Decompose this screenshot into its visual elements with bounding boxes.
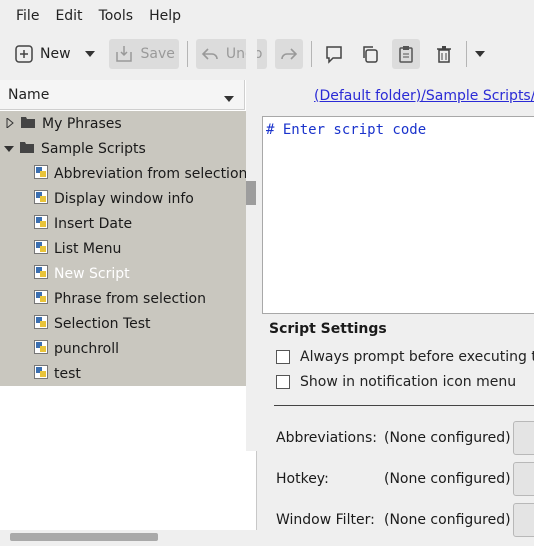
python-script-icon bbox=[34, 339, 48, 358]
menu-bar: File Edit Tools Help bbox=[0, 0, 534, 32]
tree-item-label: Sample Scripts bbox=[41, 140, 146, 157]
folder-icon bbox=[19, 140, 35, 158]
tree-vertical-scrollbar[interactable] bbox=[246, 31, 257, 451]
new-button-label: New bbox=[40, 46, 71, 62]
script-path-link[interactable]: (Default folder)/Sample Scripts/ bbox=[314, 88, 534, 104]
tree-item-label: test bbox=[54, 365, 81, 382]
tree-vertical-scroll-thumb[interactable] bbox=[246, 181, 256, 205]
always-prompt-checkbox-row[interactable]: Always prompt before executing th bbox=[276, 347, 534, 367]
python-script-icon bbox=[34, 214, 48, 233]
window-filter-label: Window Filter: bbox=[276, 512, 375, 528]
save-button[interactable]: Save bbox=[108, 39, 179, 69]
save-icon bbox=[113, 43, 135, 65]
hotkey-label: Hotkey: bbox=[276, 471, 329, 487]
python-script-icon bbox=[34, 289, 48, 308]
set-abbreviations-button[interactable] bbox=[513, 421, 534, 455]
menu-tools[interactable]: Tools bbox=[91, 8, 142, 24]
tree-item-selection-test[interactable]: Selection Test bbox=[0, 311, 246, 336]
tree-item-phrase-from-selection[interactable]: Phrase from selection bbox=[0, 286, 246, 311]
tree-item-label: Insert Date bbox=[54, 215, 133, 232]
show-notification-checkbox[interactable] bbox=[276, 375, 290, 389]
tree-item-label: List Menu bbox=[54, 240, 122, 257]
undo-icon bbox=[200, 44, 220, 64]
redo-button[interactable] bbox=[274, 39, 303, 69]
show-notification-checkbox-row[interactable]: Show in notification icon menu bbox=[276, 372, 516, 392]
python-script-icon bbox=[34, 164, 48, 183]
abbreviations-value: (None configured) bbox=[384, 430, 511, 446]
copy-button[interactable] bbox=[356, 39, 384, 69]
settings-divider bbox=[274, 405, 534, 406]
delete-button[interactable] bbox=[430, 39, 458, 69]
toolbar: New Save Undo bbox=[0, 32, 534, 76]
python-script-icon bbox=[34, 189, 48, 208]
set-window-filter-button[interactable] bbox=[513, 503, 534, 537]
tree-item-new-script[interactable]: New Script bbox=[0, 261, 246, 286]
menu-help[interactable]: Help bbox=[141, 8, 189, 24]
code-line: # Enter script code bbox=[266, 122, 427, 138]
window-filter-value: (None configured) bbox=[384, 512, 511, 528]
tree-column-header[interactable]: Name bbox=[0, 80, 245, 110]
tree-item-test[interactable]: test bbox=[0, 361, 246, 386]
hotkey-value: (None configured) bbox=[384, 471, 511, 487]
tree-item-label: punchroll bbox=[54, 340, 119, 357]
python-script-icon bbox=[34, 314, 48, 333]
tree-horizontal-scroll-thumb[interactable] bbox=[10, 533, 158, 541]
show-notification-label: Show in notification icon menu bbox=[300, 374, 517, 390]
toolbar-separator bbox=[465, 41, 467, 67]
always-prompt-label: Always prompt before executing th bbox=[300, 349, 534, 365]
folder-icon bbox=[20, 115, 36, 133]
script-code-editor[interactable]: # Enter script code bbox=[262, 116, 534, 314]
tree-folder-sample-scripts[interactable]: Sample Scripts bbox=[0, 136, 246, 161]
set-hotkey-button[interactable] bbox=[513, 462, 534, 496]
overflow-menu-icon[interactable] bbox=[474, 50, 485, 58]
menu-file[interactable]: File bbox=[8, 8, 47, 24]
tree-item-label: Selection Test bbox=[54, 315, 151, 332]
redo-icon bbox=[279, 44, 299, 64]
tree-item-insert-date[interactable]: Insert Date bbox=[0, 211, 246, 236]
add-icon bbox=[14, 44, 34, 64]
tree-item-label: Abbreviation from selection bbox=[54, 165, 248, 182]
paste-button[interactable] bbox=[391, 39, 420, 69]
script-settings-title: Script Settings bbox=[269, 321, 387, 337]
sort-down-icon bbox=[224, 91, 234, 107]
python-script-icon bbox=[34, 264, 48, 283]
expand-arrow-icon[interactable] bbox=[6, 116, 14, 132]
comment-icon bbox=[324, 44, 344, 64]
tree-folder-my-phrases[interactable]: My Phrases bbox=[0, 111, 246, 136]
tree-item-display-window-info[interactable]: Display window info bbox=[0, 186, 246, 211]
comment-button[interactable] bbox=[320, 39, 348, 69]
abbreviations-label: Abbreviations: bbox=[276, 430, 377, 446]
tree-item-label: Phrase from selection bbox=[54, 290, 206, 307]
copy-icon bbox=[360, 44, 380, 64]
toolbar-separator bbox=[186, 41, 188, 67]
tree-item-label: New Script bbox=[54, 265, 130, 282]
python-script-icon bbox=[34, 239, 48, 258]
chevron-down-icon[interactable] bbox=[84, 50, 95, 58]
tree-item-abbreviation-from-selection[interactable]: Abbreviation from selection bbox=[0, 161, 248, 186]
trash-icon bbox=[434, 44, 454, 64]
toolbar-separator bbox=[310, 41, 312, 67]
python-script-icon bbox=[34, 364, 48, 383]
save-button-label: Save bbox=[140, 46, 175, 62]
tree-item-label: Display window info bbox=[54, 190, 194, 207]
menu-edit[interactable]: Edit bbox=[47, 8, 90, 24]
tree-item-punchroll[interactable]: punchroll bbox=[0, 336, 246, 361]
tree-header-label: Name bbox=[8, 86, 50, 103]
undo-button-label: Undo bbox=[225, 46, 263, 62]
tree-item-label: My Phrases bbox=[42, 115, 122, 132]
collapse-arrow-icon[interactable] bbox=[4, 141, 14, 157]
always-prompt-checkbox[interactable] bbox=[276, 350, 290, 364]
tree-item-list-menu[interactable]: List Menu bbox=[0, 236, 246, 261]
new-button[interactable]: New bbox=[10, 39, 99, 69]
clipboard-icon bbox=[396, 44, 416, 64]
